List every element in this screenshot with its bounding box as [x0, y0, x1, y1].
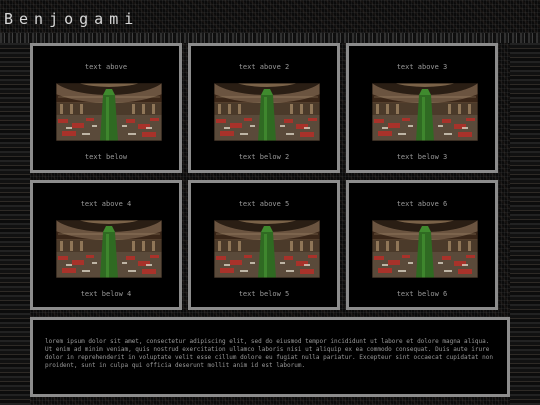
right-noise-strip — [510, 43, 540, 405]
noise-banner — [0, 33, 540, 43]
thumbnail-grid: text above text below text above 2 text … — [30, 43, 510, 313]
card-text-above: text above 2 — [238, 63, 290, 71]
card-2[interactable]: text above 2 text below 2 — [188, 43, 340, 173]
card-thumbnail[interactable] — [56, 220, 162, 278]
card-thumbnail[interactable] — [372, 220, 478, 278]
card-text-above: text above 6 — [396, 200, 448, 208]
card-6[interactable]: text above 6 text below 6 — [346, 180, 498, 310]
card-text-above: text above 4 — [80, 200, 132, 208]
card-5[interactable]: text above 5 text below 5 — [188, 180, 340, 310]
left-noise-strip — [0, 43, 30, 405]
card-3[interactable]: text above 3 text below 3 — [346, 43, 498, 173]
card-thumbnail[interactable] — [56, 83, 162, 141]
card-text-above: text above 5 — [238, 200, 290, 208]
card-text-below: text below 2 — [238, 153, 290, 161]
site-title: Benjogami — [4, 10, 140, 28]
card-text-below: text below — [84, 153, 128, 161]
card-text-above: text above — [84, 63, 128, 71]
card-thumbnail[interactable] — [214, 83, 320, 141]
card-thumbnail[interactable] — [214, 220, 320, 278]
card-thumbnail[interactable] — [372, 83, 478, 141]
content-body: lorem ipsum dolor sit amet, consectetur … — [45, 338, 493, 369]
card-text-below: text below 6 — [396, 290, 448, 298]
card-text-below: text below 4 — [80, 290, 132, 298]
card-1[interactable]: text above text below — [30, 43, 182, 173]
content-panel: lorem ipsum dolor sit amet, consectetur … — [30, 317, 510, 397]
card-text-below: text below 5 — [238, 290, 290, 298]
card-text-above: text above 3 — [396, 63, 448, 71]
card-4[interactable]: text above 4 text below 4 — [30, 180, 182, 310]
card-text-below: text below 3 — [396, 153, 448, 161]
